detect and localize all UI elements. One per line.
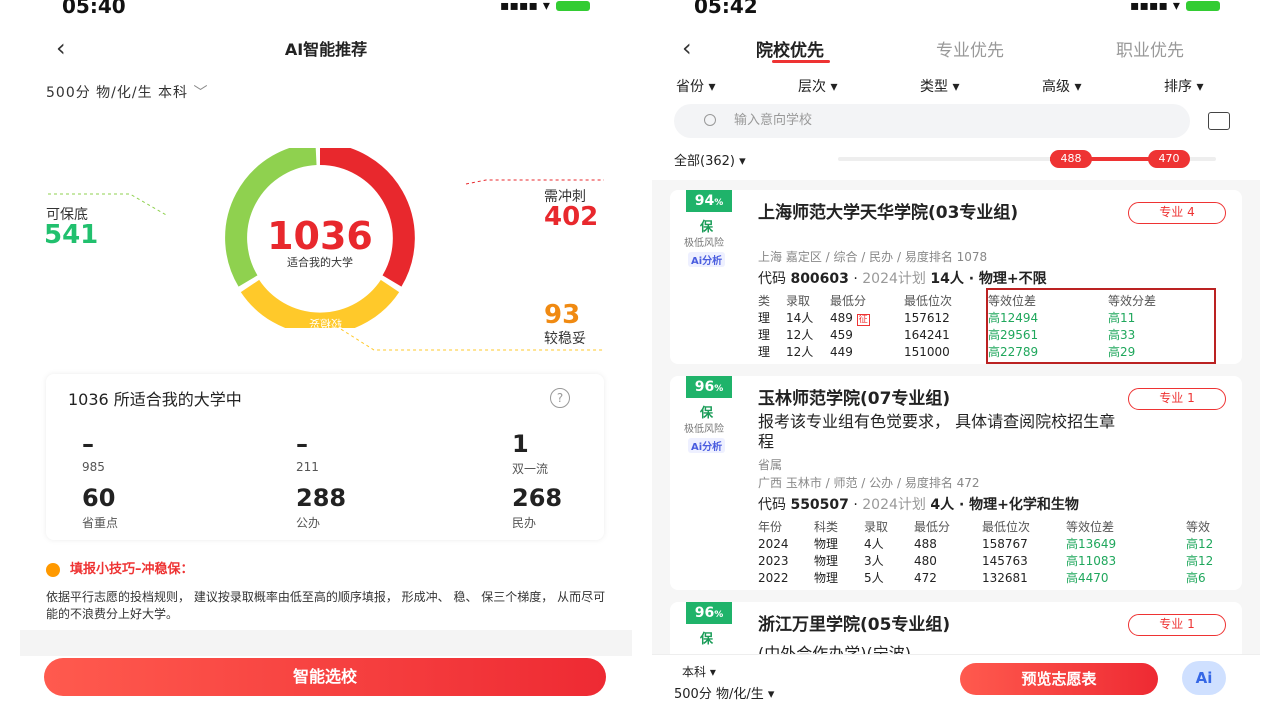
stat-private: 268 民办 <box>512 484 563 530</box>
filter-sort[interactable]: 排序 ▾ <box>1164 76 1203 96</box>
probability-badge: 96% <box>686 376 732 398</box>
search-input[interactable]: 输入意向学校 <box>674 104 1190 138</box>
safe-label: 保 <box>700 632 714 647</box>
right-screen: 05:42 ▪▪▪▪ ▾ ‹ 院校优先 专业优先 职业优先 省份 ▾ 层次 ▾ … <box>652 0 1260 720</box>
stats-title: 1036 所适合我的大学中 <box>68 390 242 409</box>
school-meta: 上海 嘉定区 / 综合 / 民办 / 易度排名 1078 <box>758 250 988 264</box>
wen-label: 较稳妥 <box>544 331 586 347</box>
plan-info: 代码 800603 · 2024计划 14人 · 物理+不限 <box>758 271 1047 287</box>
table-row: 2022 物理 5人 472 132681 高4470 高6 <box>758 570 1206 586</box>
leader-lines <box>48 179 604 351</box>
level-selector[interactable]: 本科 ▾ <box>682 663 716 680</box>
all-count-dropdown[interactable]: 全部(362) ▾ <box>674 150 746 169</box>
bulb-icon <box>46 562 60 577</box>
stats-card: 1036 所适合我的大学中 ? –985 –211 1 双一流 60 省重点 288… <box>46 374 604 540</box>
stat-provincial-key: 60 省重点 <box>82 484 119 530</box>
school-name: 上海师范大学天华学院(03专业组) <box>758 203 1019 223</box>
help-icon[interactable]: ? <box>550 388 570 408</box>
notice-text: 报考该专业组有色觉要求， 具体请查阅院校招生章程 <box>758 412 1116 451</box>
bao-count: 541 <box>44 220 99 250</box>
back-icon[interactable]: ‹ <box>682 34 692 62</box>
range-low-handle[interactable]: 488 <box>1050 150 1092 168</box>
results-list: 94% 保 极低风险 Ai分析 上海师范大学天华学院(03专业组) 专业 4 上… <box>652 180 1260 682</box>
stat-985: –985 <box>82 430 105 474</box>
filter-type[interactable]: 类型 ▾ <box>920 76 959 96</box>
plan-info: 代码 550507 · 2024计划 4人 · 物理+化学和生物 <box>758 497 1079 513</box>
probability-badge: 96% <box>686 602 732 624</box>
left-screen: 05:40 ▪▪▪▪ ▾ ‹ AI智能推荐 500分 物/化/生 本科 ﹀ 可保… <box>20 0 632 720</box>
stat-public: 288 公办 <box>296 484 347 530</box>
tab-indicator <box>772 60 830 63</box>
status-icons: ▪▪▪▪ ▾ <box>1130 0 1220 14</box>
ai-analysis-button[interactable]: Ai分析 <box>688 252 726 267</box>
safe-label: 保 <box>700 406 714 421</box>
tab-major-first[interactable]: 专业优先 <box>936 36 1004 61</box>
filter-level[interactable]: 层次 ▾ <box>798 76 837 96</box>
bottom-bar: 本科 ▾ 500分 物/化/生 ▾ 预览志愿表 Ai <box>652 654 1260 720</box>
admission-table: 年份 科类 录取 最低分 最低位次 等效位差 等效 2024 物理 4人 488 158767 高13… <box>758 520 1214 586</box>
major-count-button[interactable]: 专业 1 <box>1128 388 1226 410</box>
tip-section: 填报小技巧–冲稳保： 依据平行志愿的投档规则， 建议按录取概率由低至高的顺序填报… <box>46 558 606 623</box>
divider <box>20 630 632 656</box>
score-range-slider[interactable]: 488 470 <box>838 150 1216 168</box>
preview-button[interactable]: 预览志愿表 <box>960 663 1158 695</box>
school-name: 浙江万里学院(05专业组) <box>758 615 951 635</box>
filter-province[interactable]: 省份 ▾ <box>676 76 715 96</box>
tab-school-first[interactable]: 院校优先 <box>756 36 824 61</box>
filter-advanced[interactable]: 高级 ▾ <box>1042 76 1081 96</box>
search-icon <box>704 114 716 126</box>
tip-body: 依据平行志愿的投档规则， 建议按录取概率由低至高的顺序填报， 形成冲、 稳、 保… <box>46 590 606 621</box>
wen-count: 93 <box>544 300 581 330</box>
safe-label: 保 <box>700 220 714 235</box>
score-selector[interactable]: 500分 物/化/生 ▾ <box>674 683 774 702</box>
risk-label: 极低风险 <box>684 424 724 435</box>
table-row: 2024 物理 4人 488 158767 高13649 高12 <box>758 536 1214 552</box>
tip-title: 填报小技巧–冲稳保： <box>70 562 194 577</box>
school-ownership: 省属 <box>758 458 783 472</box>
school-meta: 广西 玉林市 / 师范 / 公办 / 易度排名 472 <box>758 476 980 490</box>
stat-double-first: 1 双一流 <box>512 430 549 476</box>
smart-select-button[interactable]: 智能选校 <box>44 658 606 696</box>
risk-label: 极低风险 <box>684 238 724 249</box>
school-card[interactable]: 96% 保 极低风险 Ai分析 玉林师范学院(07专业组) 专业 1 报考该专业… <box>670 376 1242 590</box>
zheng-tag: 征 <box>856 313 870 326</box>
highlight-box <box>986 288 1216 364</box>
range-high-handle[interactable]: 470 <box>1148 150 1190 168</box>
tab-career-first[interactable]: 职业优先 <box>1116 36 1184 61</box>
favorites-icon[interactable] <box>1208 112 1230 130</box>
school-card[interactable]: 94% 保 极低风险 Ai分析 上海师范大学天华学院(03专业组) 专业 4 上… <box>670 190 1242 364</box>
stat-211: –211 <box>296 430 319 474</box>
chong-count: 402 <box>544 202 599 232</box>
ai-assistant-button[interactable]: Ai <box>1182 661 1226 695</box>
school-name: 玉林师范学院(07专业组) <box>758 389 951 409</box>
ai-analysis-button[interactable]: Ai分析 <box>688 438 726 453</box>
probability-badge: 94% <box>686 190 732 212</box>
status-time: 05:42 <box>694 0 758 18</box>
table-row: 2023 物理 3人 480 145763 高11083 高12 <box>758 553 1214 569</box>
major-count-button[interactable]: 专业 1 <box>1128 614 1226 636</box>
major-count-button[interactable]: 专业 4 <box>1128 202 1226 224</box>
